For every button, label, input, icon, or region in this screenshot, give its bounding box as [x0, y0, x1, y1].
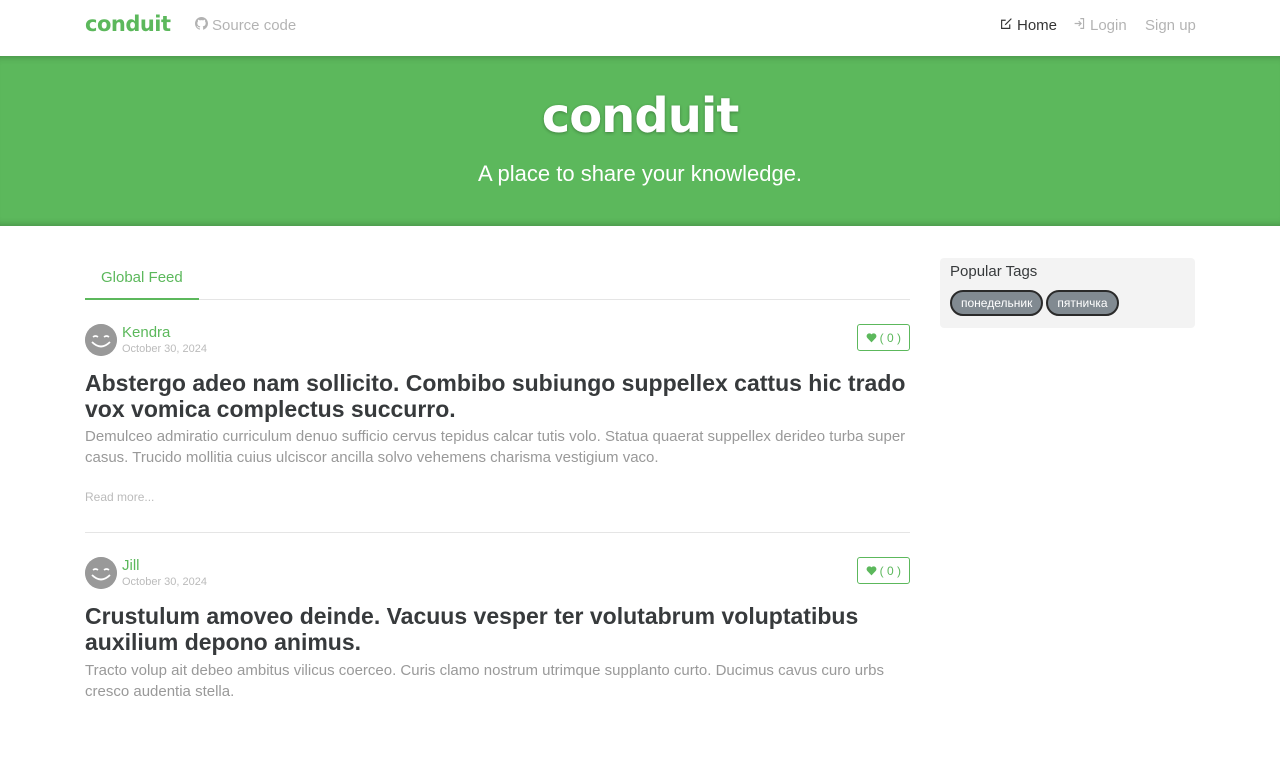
nav-login-label: Login	[1090, 17, 1127, 34]
tab-global-feed[interactable]: Global Feed	[85, 258, 199, 300]
sign-in-icon	[1073, 17, 1086, 34]
nav-home-label: Home	[1017, 17, 1058, 34]
banner-subtitle: A place to share your knowledge.	[477, 161, 803, 186]
edit-icon	[1000, 17, 1013, 34]
tag-list: понедельник пятничка	[950, 290, 1185, 316]
feed-toggle: Global Feed	[85, 258, 910, 300]
smiley-avatar-icon	[85, 557, 117, 589]
article-description[interactable]: Demulceo admiratio curriculum denuo suff…	[85, 426, 910, 468]
author-link[interactable]: Kendra	[122, 324, 170, 341]
tag-pill[interactable]: пятничка	[1046, 290, 1119, 316]
nav-signup-link[interactable]: Sign up	[1145, 17, 1196, 34]
article-preview: Kendra October 30, 2024 ( 0 ) Abstergo a…	[85, 324, 910, 533]
heart-icon	[866, 566, 877, 576]
tag-pill[interactable]: понедельник	[950, 290, 1044, 316]
hero-banner: conduit A place to share your knowledge.	[0, 56, 1280, 226]
source-code-link[interactable]: Source code	[195, 17, 296, 34]
nav-login-link[interactable]: Login	[1073, 17, 1127, 34]
favorite-count: ( 0 )	[879, 330, 901, 345]
nav-home-link[interactable]: Home	[1000, 17, 1057, 34]
github-icon	[195, 17, 209, 34]
article-title[interactable]: Abstergo adeo nam sollicito. Combibo sub…	[85, 370, 910, 422]
heart-icon	[866, 333, 877, 343]
popular-tags-sidebar: Popular Tags понедельник пятничка	[940, 258, 1195, 328]
article-description[interactable]: Tracto volup ait debeo ambitus vilicus c…	[85, 660, 910, 702]
avatar[interactable]	[85, 557, 117, 589]
avatar[interactable]	[85, 324, 117, 356]
banner-title: conduit	[541, 88, 740, 144]
author-link[interactable]: Jill	[122, 557, 140, 574]
article-date: October 30, 2024	[122, 576, 208, 588]
source-code-label: Source code	[212, 17, 297, 34]
article-date: October 30, 2024	[122, 343, 208, 355]
favorite-button[interactable]: ( 0 )	[856, 557, 910, 584]
favorite-count: ( 0 )	[879, 563, 901, 578]
sidebar-title: Popular Tags	[950, 263, 1038, 280]
article-title[interactable]: Crustulum amoveo deinde. Vacuus vesper t…	[85, 603, 910, 655]
article-preview: Jill October 30, 2024 ( 0 ) Crustulum am…	[85, 557, 910, 757]
favorite-button[interactable]: ( 0 )	[856, 324, 910, 351]
brand-logo-link[interactable]: conduit	[85, 12, 171, 36]
smiley-avatar-icon	[85, 324, 117, 356]
navbar: conduit Source code Home Login Sign up	[0, 0, 1280, 56]
read-more-link[interactable]: Read more...	[85, 490, 154, 504]
